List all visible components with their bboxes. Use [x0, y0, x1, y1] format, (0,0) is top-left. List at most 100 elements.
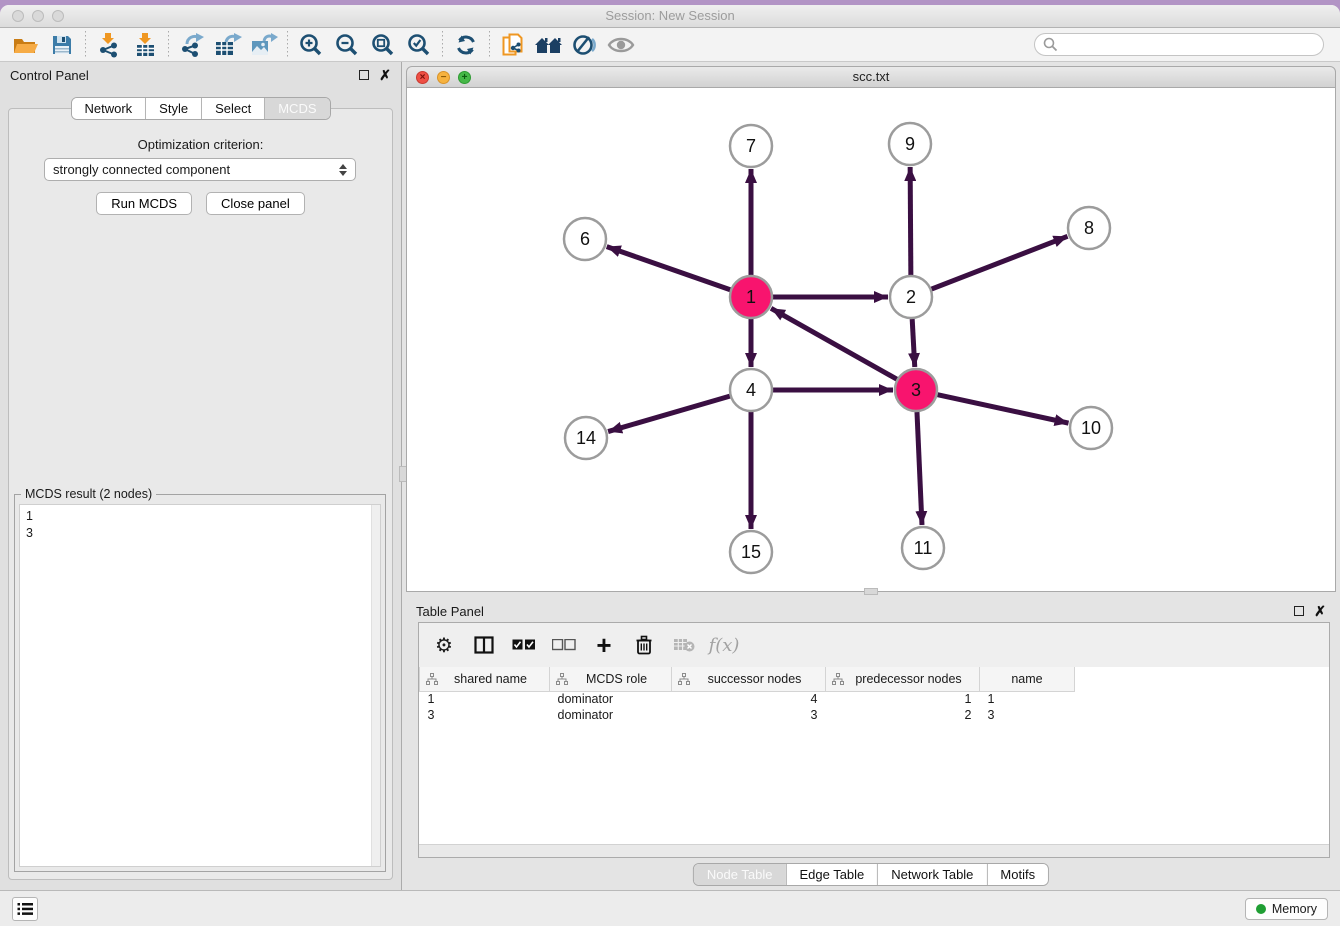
table-settings-button[interactable]: ⚙: [429, 630, 459, 660]
eye-slash-icon: [572, 33, 598, 57]
control-panel-title: Control Panel: [10, 68, 89, 83]
app-window: Session: New Session: [0, 5, 1340, 926]
column-header-predecessor-nodes[interactable]: predecessor nodes: [826, 667, 980, 691]
minimize-window-button[interactable]: [32, 10, 44, 22]
main-toolbar: [0, 28, 1340, 62]
close-table-panel-icon[interactable]: ✗: [1314, 606, 1326, 616]
column-chooser-button[interactable]: [469, 630, 499, 660]
deselect-all-button[interactable]: [549, 630, 579, 660]
run-mcds-button[interactable]: Run MCDS: [96, 192, 192, 215]
column-header-name[interactable]: name: [980, 667, 1075, 691]
zoom-fit-button[interactable]: [365, 30, 401, 60]
network-view-window: × − + scc.txt 1 2 3 4 6 7 8 9 10 11: [406, 66, 1336, 592]
float-panel-icon[interactable]: [359, 70, 369, 80]
tab-edge-table[interactable]: Edge Table: [785, 864, 877, 885]
mcds-result-textarea[interactable]: 1 3: [19, 504, 381, 867]
graph-edge-2-9: [910, 167, 911, 275]
table-row[interactable]: 3 dominator 3 2 3: [420, 707, 1330, 723]
control-panel: Control Panel ✗ Network Style Select MCD…: [0, 62, 402, 890]
task-list-icon: [17, 902, 33, 916]
horizontal-splitter-handle[interactable]: [864, 588, 878, 595]
float-table-panel-icon[interactable]: [1294, 606, 1304, 616]
zoom-in-button[interactable]: [293, 30, 329, 60]
svg-text:15: 15: [741, 542, 761, 562]
network-window-title: scc.txt: [407, 67, 1335, 87]
import-network-button[interactable]: [91, 30, 127, 60]
export-table-button[interactable]: [210, 30, 246, 60]
zoom-out-button[interactable]: [329, 30, 365, 60]
select-all-button[interactable]: [509, 630, 539, 660]
cell-successor-nodes: 4: [672, 691, 826, 707]
export-table-icon: [214, 32, 242, 58]
maximize-window-button[interactable]: [52, 10, 64, 22]
column-type-icon: [426, 673, 438, 685]
open-folder-icon: [13, 34, 39, 56]
svg-text:2: 2: [906, 287, 916, 307]
function-builder-button[interactable]: f(x): [709, 630, 739, 660]
unchecked-boxes-icon: [552, 639, 576, 651]
cell-successor-nodes: 3: [672, 707, 826, 723]
task-history-button[interactable]: [12, 897, 38, 921]
toolbar-separator: [85, 31, 86, 59]
result-line: 3: [26, 525, 374, 542]
svg-text:9: 9: [905, 134, 915, 154]
close-window-button[interactable]: [12, 10, 24, 22]
export-image-button[interactable]: [246, 30, 282, 60]
column-header-successor-nodes[interactable]: successor nodes: [672, 667, 826, 691]
zoom-in-icon: [299, 33, 323, 57]
tab-select[interactable]: Select: [201, 98, 264, 119]
table-row[interactable]: 1 dominator 4 1 1: [420, 691, 1330, 707]
svg-text:1: 1: [746, 287, 756, 307]
graph-edge-4-14: [608, 396, 730, 431]
search-field[interactable]: [1034, 33, 1324, 56]
open-session-button[interactable]: [8, 30, 44, 60]
delete-column-button[interactable]: [629, 630, 659, 660]
result-scrollbar[interactable]: [371, 505, 380, 866]
close-panel-button[interactable]: Close panel: [206, 192, 305, 215]
hide-selected-button[interactable]: [567, 30, 603, 60]
zoom-selected-button[interactable]: [401, 30, 437, 60]
title-bar: Session: New Session: [0, 5, 1340, 28]
tab-style[interactable]: Style: [145, 98, 201, 119]
graph-edge-3-11: [917, 412, 922, 525]
toolbar-separator: [489, 31, 490, 59]
network-graph[interactable]: 1 2 3 4 6 7 8 9 10 11 14 15: [407, 88, 1335, 590]
save-session-button[interactable]: [44, 30, 80, 60]
table-horizontal-scrollbar[interactable]: [419, 844, 1329, 857]
houses-icon: [534, 34, 564, 56]
search-input[interactable]: [1064, 38, 1315, 52]
add-column-button[interactable]: +: [589, 630, 619, 660]
memory-button[interactable]: Memory: [1245, 898, 1328, 920]
table-panel: Table Panel ✗ ⚙: [406, 598, 1336, 890]
window-title: Session: New Session: [0, 5, 1340, 27]
column-header-shared-name[interactable]: shared name: [420, 667, 550, 691]
close-panel-icon[interactable]: ✗: [379, 70, 391, 80]
export-network-button[interactable]: [174, 30, 210, 60]
new-network-from-selection-button[interactable]: [495, 30, 531, 60]
tab-mcds[interactable]: MCDS: [264, 98, 329, 119]
tab-network[interactable]: Network: [71, 98, 145, 119]
svg-text:8: 8: [1084, 218, 1094, 238]
tab-node-table[interactable]: Node Table: [694, 864, 786, 885]
network-minimize-button[interactable]: −: [437, 71, 450, 84]
cell-mcds-role: dominator: [550, 691, 672, 707]
criterion-dropdown[interactable]: strongly connected component: [44, 158, 356, 181]
column-type-icon: [678, 673, 690, 685]
status-bar: Memory: [0, 890, 1340, 926]
show-all-button[interactable]: [603, 30, 639, 60]
network-close-button[interactable]: ×: [416, 71, 429, 84]
delete-table-button[interactable]: [669, 630, 699, 660]
column-header-mcds-role[interactable]: MCDS role: [550, 667, 672, 691]
network-maximize-button[interactable]: +: [458, 71, 471, 84]
table-toolbar: ⚙: [419, 623, 1329, 667]
tab-motifs[interactable]: Motifs: [986, 864, 1048, 885]
tab-network-table[interactable]: Network Table: [877, 864, 986, 885]
clone-network-icon: [501, 32, 525, 58]
svg-text:3: 3: [911, 380, 921, 400]
network-canvas[interactable]: 1 2 3 4 6 7 8 9 10 11 14 15: [406, 88, 1336, 592]
import-table-button[interactable]: [127, 30, 163, 60]
import-network-icon: [97, 32, 121, 58]
apply-layout-button[interactable]: [448, 30, 484, 60]
toolbar-separator: [287, 31, 288, 59]
first-neighbors-button[interactable]: [531, 30, 567, 60]
